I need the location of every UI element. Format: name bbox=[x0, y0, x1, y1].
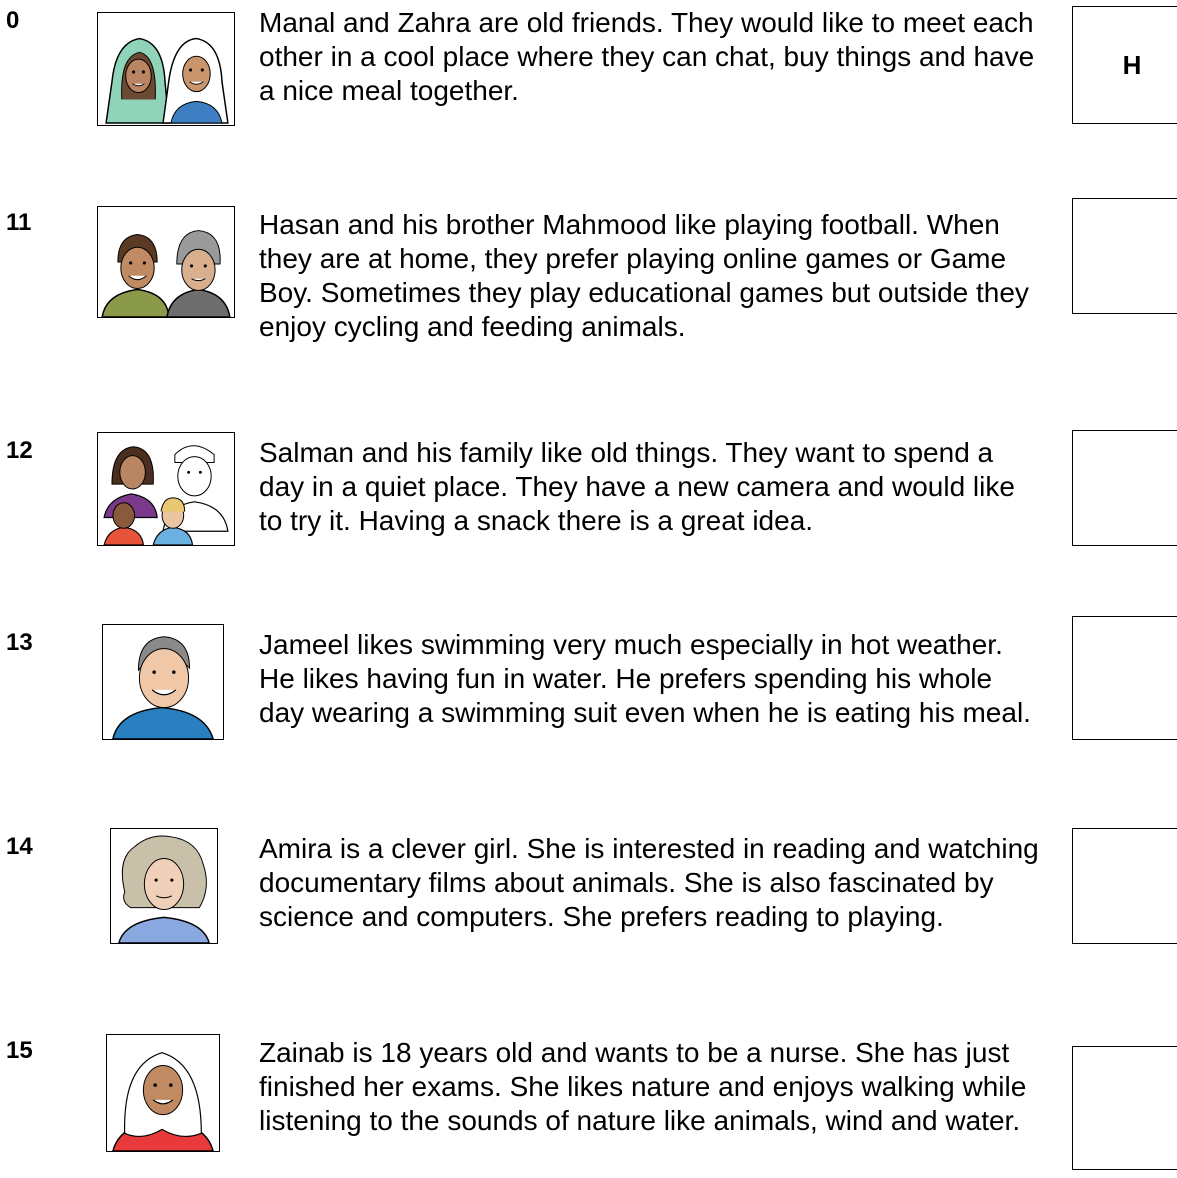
item-14: 14 Amira is a clever girl. She is intere… bbox=[0, 828, 1177, 1002]
woman-in-headscarf-icon bbox=[106, 1034, 220, 1152]
answer-box[interactable] bbox=[1072, 430, 1177, 546]
item-number: 0 bbox=[6, 7, 20, 34]
answer-box[interactable]: H bbox=[1072, 6, 1177, 124]
answer-box[interactable] bbox=[1072, 616, 1177, 740]
item-text: Amira is a clever girl. She is intereste… bbox=[259, 833, 1039, 932]
answer-box[interactable] bbox=[1072, 198, 1177, 314]
curly-haired-girl-icon bbox=[110, 828, 218, 944]
item-12: 12 Salman and his family like old things… bbox=[0, 430, 1177, 576]
item-number: 13 bbox=[6, 629, 33, 656]
item-11: 11 Hasan and his brother Mahmood like pl… bbox=[0, 198, 1177, 378]
item-0: 0 Manal and Zahra are old friends. They … bbox=[0, 6, 1177, 136]
item-number: 14 bbox=[6, 833, 33, 860]
family-icon bbox=[97, 432, 235, 546]
item-text: Hasan and his brother Mahmood like playi… bbox=[259, 209, 1029, 342]
item-number: 12 bbox=[6, 437, 33, 464]
item-text: Manal and Zahra are old friends. They wo… bbox=[259, 7, 1035, 106]
item-text: Zainab is 18 years old and wants to be a… bbox=[259, 1037, 1027, 1136]
item-13: 13 Jameel likes swimming very much espec… bbox=[0, 616, 1177, 768]
item-text: Salman and his family like old things. T… bbox=[259, 437, 1015, 536]
answer-box[interactable] bbox=[1072, 1046, 1177, 1170]
item-number: 15 bbox=[6, 1037, 33, 1064]
item-15: 15 Zainab is 18 years old and wants to b… bbox=[0, 1034, 1177, 1176]
item-number: 11 bbox=[6, 209, 32, 236]
two-girls-in-headscarves-icon bbox=[97, 12, 235, 126]
smiling-man-icon bbox=[102, 624, 224, 740]
two-boys-icon bbox=[97, 206, 235, 318]
answer-box[interactable] bbox=[1072, 828, 1177, 944]
item-text: Jameel likes swimming very much especial… bbox=[259, 629, 1031, 728]
